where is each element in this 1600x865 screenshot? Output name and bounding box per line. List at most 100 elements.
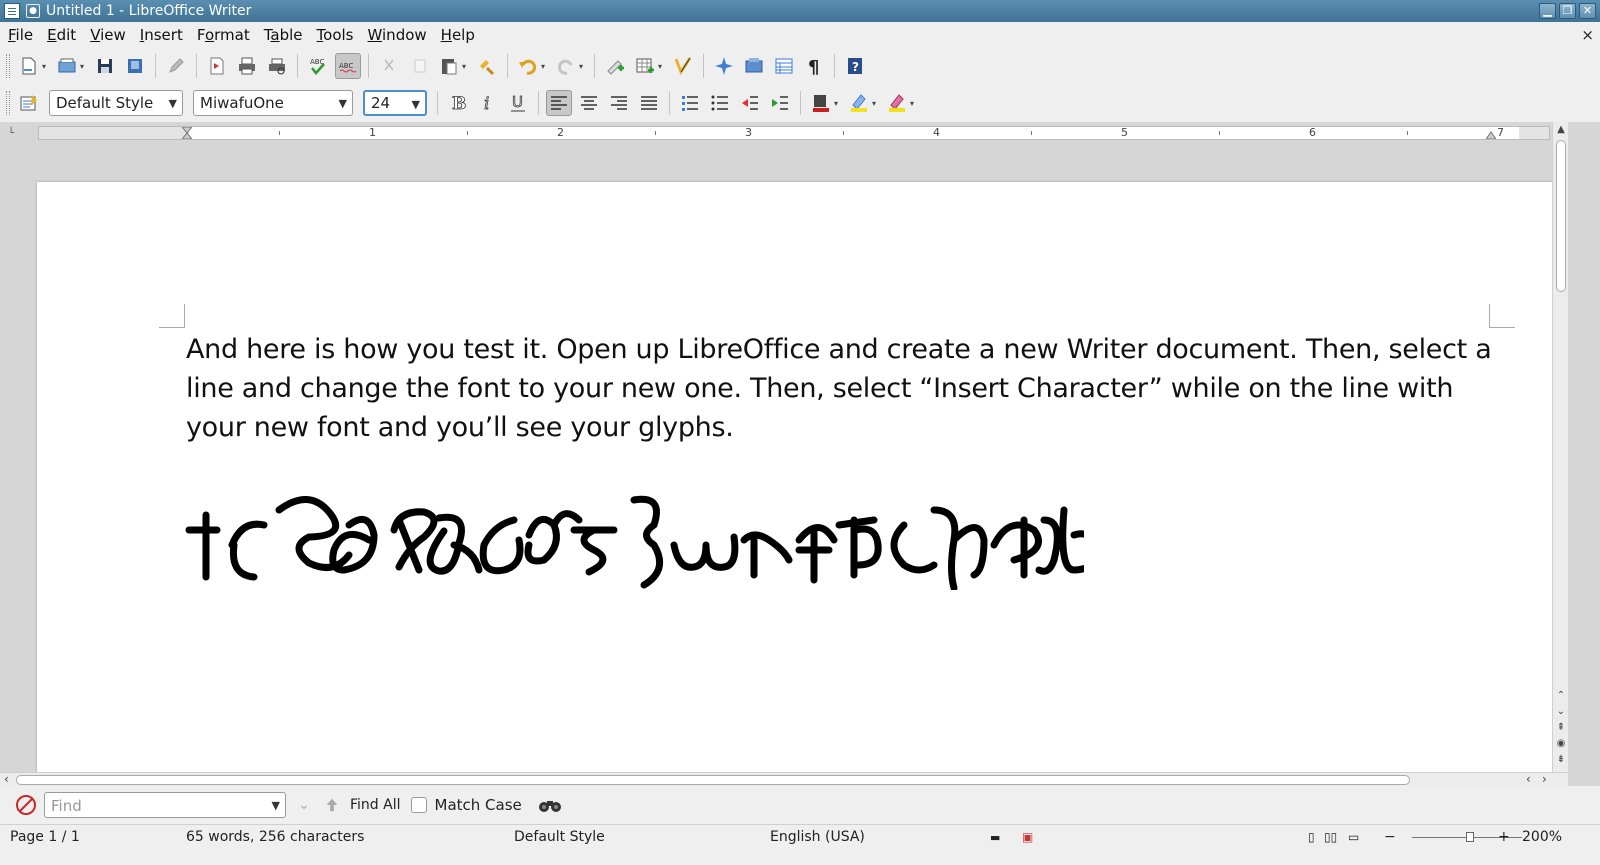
restore-button[interactable]: ❐ [1559, 3, 1576, 19]
document-modified-icon[interactable]: ▣ [1022, 830, 1033, 844]
font-color-dropdown-icon[interactable]: ▾ [834, 99, 841, 108]
cut-icon[interactable] [376, 53, 402, 79]
left-indent-marker[interactable] [182, 127, 192, 139]
background-color-icon[interactable] [884, 90, 910, 116]
close-window-button[interactable]: ✕ [1579, 3, 1596, 19]
redo-dropdown-icon[interactable]: ▾ [579, 62, 586, 71]
bullets-icon[interactable] [707, 90, 733, 116]
highlighting-dropdown-icon[interactable]: ▾ [872, 99, 879, 108]
zoom-in-icon[interactable]: + [1498, 829, 1510, 845]
formatting-marks-icon[interactable]: ¶ [801, 53, 827, 79]
menu-view[interactable]: View [82, 26, 132, 44]
zoom-slider-handle[interactable] [1466, 832, 1474, 842]
body-paragraph[interactable]: And here is how you test it. Open up Lib… [186, 330, 1506, 447]
paste-icon[interactable] [436, 53, 462, 79]
italic-icon[interactable]: i [475, 90, 501, 116]
menu-file[interactable]: File [0, 26, 39, 44]
underline-icon[interactable]: U [505, 90, 531, 116]
spellcheck-icon[interactable]: ABC [305, 53, 331, 79]
scroll-left-icon[interactable]: ‹ [4, 772, 9, 786]
insert-hyperlink-icon[interactable] [602, 53, 628, 79]
menu-insert[interactable]: Insert [132, 26, 189, 44]
zoom-out-icon[interactable]: − [1384, 829, 1396, 845]
vertical-scrollbar[interactable]: ▲ ⌃ ⌄ ⇞ ◉ ⇟ [1552, 122, 1568, 772]
find-all-button[interactable]: Find All [350, 797, 401, 813]
new-document-icon[interactable] [16, 53, 42, 79]
align-right-icon[interactable] [606, 90, 632, 116]
open-dropdown-icon[interactable]: ▾ [80, 62, 87, 71]
insert-table-icon[interactable] [632, 53, 658, 79]
numbering-icon[interactable] [677, 90, 703, 116]
help-icon[interactable]: ? [842, 53, 868, 79]
book-view-icon[interactable]: ▭ [1348, 830, 1359, 844]
decrease-indent-icon[interactable] [737, 90, 763, 116]
print-preview-icon[interactable] [264, 53, 290, 79]
chevron-down-icon[interactable]: ⌄ [1555, 706, 1567, 717]
paste-dropdown-icon[interactable]: ▾ [462, 62, 469, 71]
page-count[interactable]: Page 1 / 1 [10, 829, 80, 845]
edit-mode-icon[interactable] [163, 53, 189, 79]
save-icon[interactable] [92, 53, 118, 79]
save-as-icon[interactable] [122, 53, 148, 79]
menu-window[interactable]: Window [360, 26, 433, 44]
paragraph-style-select[interactable]: Default Style ▼ [49, 90, 183, 116]
scroll-left-small-icon[interactable]: ‹ [1526, 772, 1531, 786]
align-left-icon[interactable] [546, 90, 572, 116]
horizontal-ruler[interactable]: 1 2 3 4 5 6 7 [38, 126, 1550, 140]
redo-icon[interactable] [553, 53, 579, 79]
menu-table[interactable]: Table [256, 26, 309, 44]
word-count[interactable]: 65 words, 256 characters [186, 829, 364, 845]
window-menu-icon[interactable]: ● [26, 4, 40, 18]
bold-icon[interactable]: B [445, 90, 471, 116]
chevron-up-icon[interactable]: ⌃ [1555, 690, 1567, 701]
undo-icon[interactable] [515, 53, 541, 79]
next-page-icon[interactable]: ⇟ [1555, 754, 1567, 765]
menu-format[interactable]: Format [189, 26, 256, 44]
find-and-replace-icon[interactable] [538, 796, 562, 814]
horizontal-scrollbar[interactable]: ‹ ‹ › [0, 772, 1568, 786]
highlighting-icon[interactable] [846, 90, 872, 116]
tab-stop-selector[interactable]: └ [8, 128, 14, 139]
print-icon[interactable] [234, 53, 260, 79]
font-color-icon[interactable] [808, 90, 834, 116]
gallery-icon[interactable] [741, 53, 767, 79]
horizontal-scroll-thumb[interactable] [16, 775, 1410, 785]
toolbar-handle[interactable] [6, 54, 10, 78]
open-icon[interactable] [54, 53, 80, 79]
auto-spellcheck-icon[interactable]: ABC [335, 53, 361, 79]
background-color-dropdown-icon[interactable]: ▾ [910, 99, 917, 108]
custom-font-glyphs[interactable] [184, 490, 1084, 590]
chevron-down-icon[interactable]: ▼ [272, 799, 280, 812]
new-dropdown-icon[interactable]: ▾ [42, 62, 49, 71]
single-page-view-icon[interactable]: ▯ [1308, 830, 1315, 844]
font-size-select[interactable]: 24 ▼ [363, 90, 427, 116]
page-style[interactable]: Default Style [514, 829, 605, 845]
clone-formatting-icon[interactable] [474, 53, 500, 79]
menu-edit[interactable]: Edit [39, 26, 82, 44]
document-page[interactable]: And here is how you test it. Open up Lib… [37, 182, 1552, 772]
close-find-bar-icon[interactable] [16, 795, 36, 815]
export-pdf-icon[interactable] [204, 53, 230, 79]
show-draw-functions-icon[interactable] [670, 53, 696, 79]
toolbar-handle[interactable] [6, 91, 10, 115]
writer-app-icon[interactable] [4, 3, 20, 19]
zoom-level[interactable]: 200% [1522, 829, 1562, 845]
table-dropdown-icon[interactable]: ▾ [658, 62, 665, 71]
multi-page-view-icon[interactable]: ▯▯ [1324, 830, 1337, 844]
find-input[interactable]: Find ▼ [44, 792, 286, 818]
previous-page-icon[interactable]: ⇞ [1555, 722, 1567, 733]
match-case-checkbox[interactable] [410, 797, 427, 813]
close-document-button[interactable]: × [1581, 26, 1594, 44]
selection-mode-icon[interactable]: ▬ [990, 831, 1000, 844]
copy-icon[interactable] [406, 53, 432, 79]
find-previous-icon[interactable] [320, 793, 344, 817]
undo-dropdown-icon[interactable]: ▾ [541, 62, 548, 71]
styles-and-formatting-icon[interactable] [16, 90, 42, 116]
right-indent-marker[interactable] [1486, 127, 1496, 139]
navigator-icon[interactable] [711, 53, 737, 79]
match-case-label[interactable]: Match Case [435, 796, 522, 814]
scroll-up-icon[interactable]: ▲ [1555, 124, 1567, 135]
text-language[interactable]: English (USA) [770, 829, 865, 845]
navigation-icon[interactable]: ◉ [1555, 738, 1567, 749]
increase-indent-icon[interactable] [767, 90, 793, 116]
